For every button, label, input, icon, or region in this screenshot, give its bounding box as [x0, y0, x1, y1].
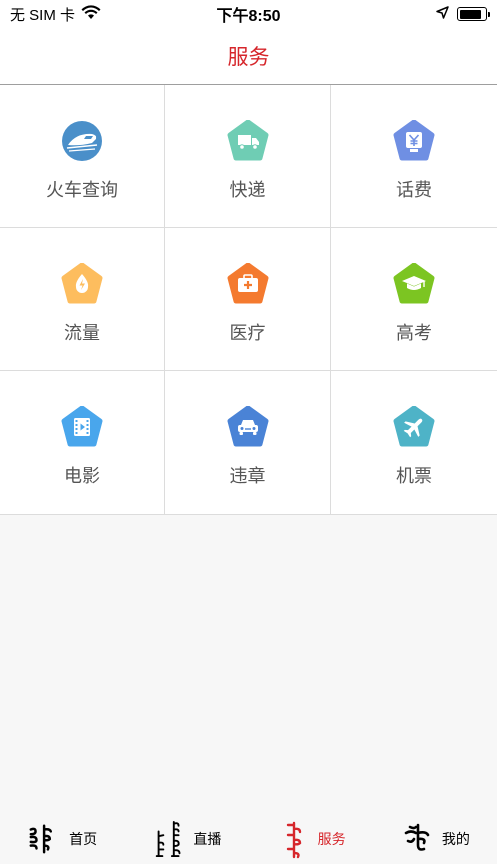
service-flight[interactable]: 机票	[331, 371, 497, 514]
service-label: 话费	[396, 180, 432, 200]
tab-label: 直播	[193, 831, 222, 847]
service-violation[interactable]: 违章	[165, 371, 331, 514]
tab-bar: 首页 直播 服务 我的	[0, 806, 497, 864]
service-mongolian-icon	[276, 817, 314, 861]
film-icon	[61, 406, 103, 448]
service-movie[interactable]: 电影	[0, 371, 165, 514]
medical-kit-icon	[227, 263, 269, 305]
graduation-cap-icon	[393, 263, 435, 305]
service-express[interactable]: 快递	[165, 85, 331, 228]
service-label: 电影	[64, 466, 100, 486]
car-icon	[227, 406, 269, 448]
service-grid: 火车查询 快递 话费 流量 医疗 高考 电影 违章 机票	[0, 85, 497, 515]
service-label: 火车查询	[46, 180, 118, 200]
status-bar: 无 SIM 卡 下午8:50	[0, 0, 497, 28]
service-phone-bill[interactable]: 话费	[331, 85, 497, 228]
home-mongolian-icon	[27, 817, 65, 861]
carrier-text: 无 SIM 卡	[10, 6, 76, 24]
live-mongolian-icon	[151, 817, 189, 861]
service-label: 流量	[64, 323, 100, 343]
status-left: 无 SIM 卡	[10, 4, 101, 25]
battery-icon	[457, 7, 490, 21]
service-medical[interactable]: 医疗	[165, 228, 331, 371]
yen-icon	[393, 120, 435, 162]
profile-mongolian-icon	[400, 817, 438, 861]
location-arrow-icon	[436, 5, 449, 23]
tab-live[interactable]: 直播	[124, 806, 248, 864]
battery-level	[459, 9, 481, 19]
airplane-icon	[393, 406, 435, 448]
tab-home[interactable]: 首页	[0, 806, 124, 864]
service-label: 机票	[396, 466, 432, 486]
data-flow-icon	[61, 263, 103, 305]
tab-profile[interactable]: 我的	[373, 806, 497, 864]
service-label: 违章	[229, 466, 266, 486]
tab-label: 服务	[317, 831, 346, 847]
service-label: 快递	[229, 180, 266, 200]
page-title: 服务	[227, 46, 270, 69]
service-train[interactable]: 火车查询	[0, 85, 165, 228]
service-data[interactable]: 流量	[0, 228, 165, 371]
tab-service[interactable]: 服务	[249, 806, 373, 864]
tab-label: 首页	[69, 831, 98, 847]
delivery-truck-icon	[227, 120, 269, 162]
status-right	[436, 5, 490, 23]
wifi-icon	[81, 4, 101, 24]
tab-label: 我的	[441, 831, 470, 847]
service-label: 高考	[396, 323, 432, 343]
train-icon	[61, 120, 103, 162]
navigation-bar: 服务	[0, 28, 497, 85]
service-label: 医疗	[229, 323, 266, 343]
service-exam[interactable]: 高考	[331, 228, 497, 371]
